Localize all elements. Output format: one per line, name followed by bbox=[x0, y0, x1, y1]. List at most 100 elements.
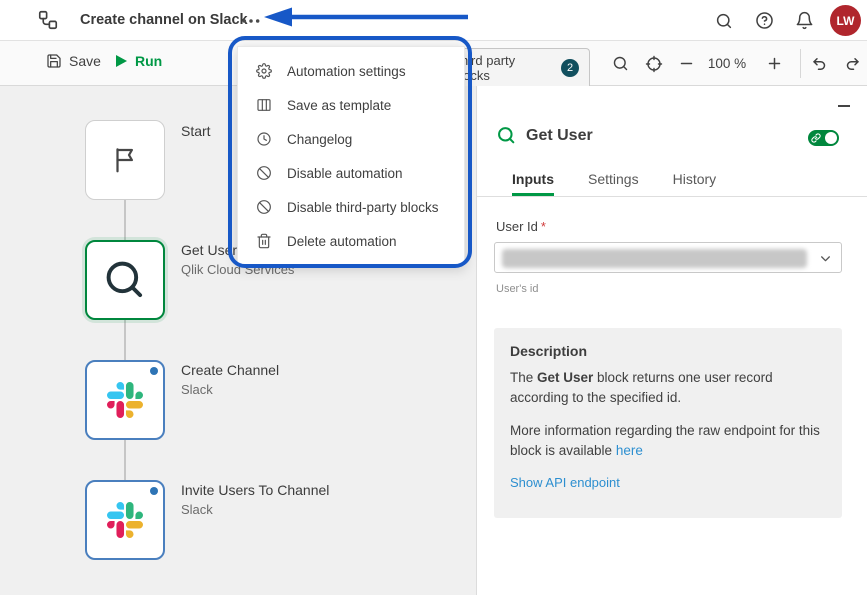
top-header: Create channel on Slack LW bbox=[0, 0, 867, 41]
panel-tabs: Inputs Settings History bbox=[477, 164, 867, 197]
menu-item-delete-automation[interactable]: Delete automation bbox=[238, 224, 464, 258]
tab-history[interactable]: History bbox=[673, 164, 717, 196]
redo-button[interactable] bbox=[840, 52, 863, 75]
description-paragraph-1: The Get User block returns one user reco… bbox=[510, 368, 826, 408]
user-id-help-text: User's id bbox=[496, 283, 538, 295]
toolbar-divider bbox=[800, 49, 801, 78]
block-create-channel[interactable] bbox=[85, 360, 165, 440]
save-label: Save bbox=[69, 53, 101, 69]
lookup-icon bbox=[104, 259, 146, 301]
block-get-user[interactable] bbox=[85, 240, 165, 320]
block-config-panel: Get User Inputs Settings History User Id… bbox=[476, 86, 867, 595]
more-options-icon bbox=[241, 11, 261, 31]
block-title: Start bbox=[181, 123, 211, 139]
center-view-button[interactable] bbox=[642, 52, 665, 75]
here-link[interactable]: here bbox=[616, 443, 643, 458]
block-invite-users[interactable] bbox=[85, 480, 165, 560]
lookup-icon bbox=[497, 126, 516, 145]
show-api-endpoint-link[interactable]: Show API endpoint bbox=[510, 475, 620, 490]
template-icon bbox=[256, 97, 272, 113]
description-title: Description bbox=[510, 343, 826, 359]
block-status-dot bbox=[150, 487, 158, 495]
block-subtitle: Slack bbox=[181, 502, 329, 517]
tab-inputs[interactable]: Inputs bbox=[512, 164, 554, 196]
user-id-label: User Id* bbox=[496, 219, 546, 234]
zoom-level: 100 % bbox=[700, 56, 754, 71]
notifications-icon bbox=[795, 11, 814, 30]
link-icon bbox=[811, 133, 821, 143]
disable-icon bbox=[256, 199, 272, 215]
minimize-panel-button[interactable] bbox=[836, 94, 852, 110]
app-root: Create channel on Slack LW Save Run Thir… bbox=[0, 0, 867, 595]
desc-text: The bbox=[510, 370, 537, 385]
zoom-out-button[interactable] bbox=[675, 52, 698, 75]
search-icon bbox=[715, 12, 733, 30]
redo-icon bbox=[843, 55, 861, 73]
save-icon bbox=[46, 53, 62, 69]
menu-item-disable-automation[interactable]: Disable automation bbox=[238, 156, 464, 190]
block-label-invite-users: Invite Users To Channel Slack bbox=[181, 482, 329, 517]
toggle-knob bbox=[825, 132, 837, 144]
undo-button[interactable] bbox=[808, 52, 831, 75]
zoom-out-icon bbox=[679, 56, 694, 71]
required-asterisk: * bbox=[541, 219, 546, 234]
block-status-dot bbox=[150, 367, 158, 375]
save-button[interactable]: Save bbox=[46, 53, 101, 69]
panel-header: Get User bbox=[497, 126, 593, 145]
avatar[interactable]: LW bbox=[830, 5, 861, 36]
menu-item-disable-third-party-blocks[interactable]: Disable third-party blocks bbox=[238, 190, 464, 224]
flag-icon bbox=[110, 145, 140, 175]
chevron-down-icon bbox=[819, 252, 832, 265]
canvas-search-button[interactable] bbox=[609, 52, 632, 75]
global-search-button[interactable] bbox=[711, 8, 736, 33]
tab-settings[interactable]: Settings bbox=[588, 164, 639, 196]
run-button[interactable]: Run bbox=[116, 53, 162, 69]
slack-icon bbox=[107, 502, 143, 538]
help-button[interactable] bbox=[752, 8, 777, 33]
description-box: Description The Get User block returns o… bbox=[494, 328, 842, 518]
menu-item-label: Delete automation bbox=[287, 234, 397, 249]
undo-icon bbox=[811, 55, 829, 73]
zoom-in-button[interactable] bbox=[763, 52, 786, 75]
block-label-start: Start bbox=[181, 123, 211, 139]
run-label: Run bbox=[135, 53, 162, 69]
menu-item-automation-settings[interactable]: Automation settings bbox=[238, 54, 464, 88]
crosshair-icon bbox=[645, 55, 663, 73]
page-title: Create channel on Slack bbox=[80, 12, 248, 28]
block-title: Create Channel bbox=[181, 362, 279, 378]
block-start[interactable] bbox=[85, 120, 165, 200]
block-connector-line bbox=[124, 160, 126, 520]
menu-item-label: Changelog bbox=[287, 132, 352, 147]
play-icon bbox=[116, 55, 127, 67]
third-party-count-badge: 2 bbox=[561, 59, 579, 77]
slack-icon bbox=[107, 382, 143, 418]
block-title: Invite Users To Channel bbox=[181, 482, 329, 498]
block-subtitle: Slack bbox=[181, 382, 279, 397]
disable-icon bbox=[256, 165, 272, 181]
panel-title: Get User bbox=[526, 127, 593, 145]
redacted-value bbox=[502, 249, 807, 268]
menu-item-label: Disable third-party blocks bbox=[287, 200, 439, 215]
automation-flow-icon bbox=[37, 9, 59, 36]
more-options-button[interactable] bbox=[236, 10, 266, 31]
desc-text: More information regarding the raw endpo… bbox=[510, 423, 820, 458]
more-options-menu: Automation settings Save as template Cha… bbox=[237, 46, 465, 266]
third-party-blocks-label: Third party blocks bbox=[453, 53, 553, 83]
trash-icon bbox=[256, 233, 272, 249]
menu-item-label: Disable automation bbox=[287, 166, 403, 181]
user-id-select[interactable] bbox=[494, 242, 842, 273]
menu-item-changelog[interactable]: Changelog bbox=[238, 122, 464, 156]
desc-bold-text: Get User bbox=[537, 370, 593, 385]
menu-item-label: Automation settings bbox=[287, 64, 406, 79]
search-icon bbox=[612, 55, 629, 72]
notifications-button[interactable] bbox=[792, 8, 817, 33]
block-label-create-channel: Create Channel Slack bbox=[181, 362, 279, 397]
field-label-text: User Id bbox=[496, 219, 538, 234]
gear-icon bbox=[256, 63, 272, 79]
menu-item-save-as-template[interactable]: Save as template bbox=[238, 88, 464, 122]
connection-toggle[interactable] bbox=[808, 130, 839, 146]
help-icon bbox=[755, 11, 774, 30]
zoom-in-icon bbox=[767, 56, 782, 71]
menu-item-label: Save as template bbox=[287, 98, 391, 113]
history-icon bbox=[256, 131, 272, 147]
